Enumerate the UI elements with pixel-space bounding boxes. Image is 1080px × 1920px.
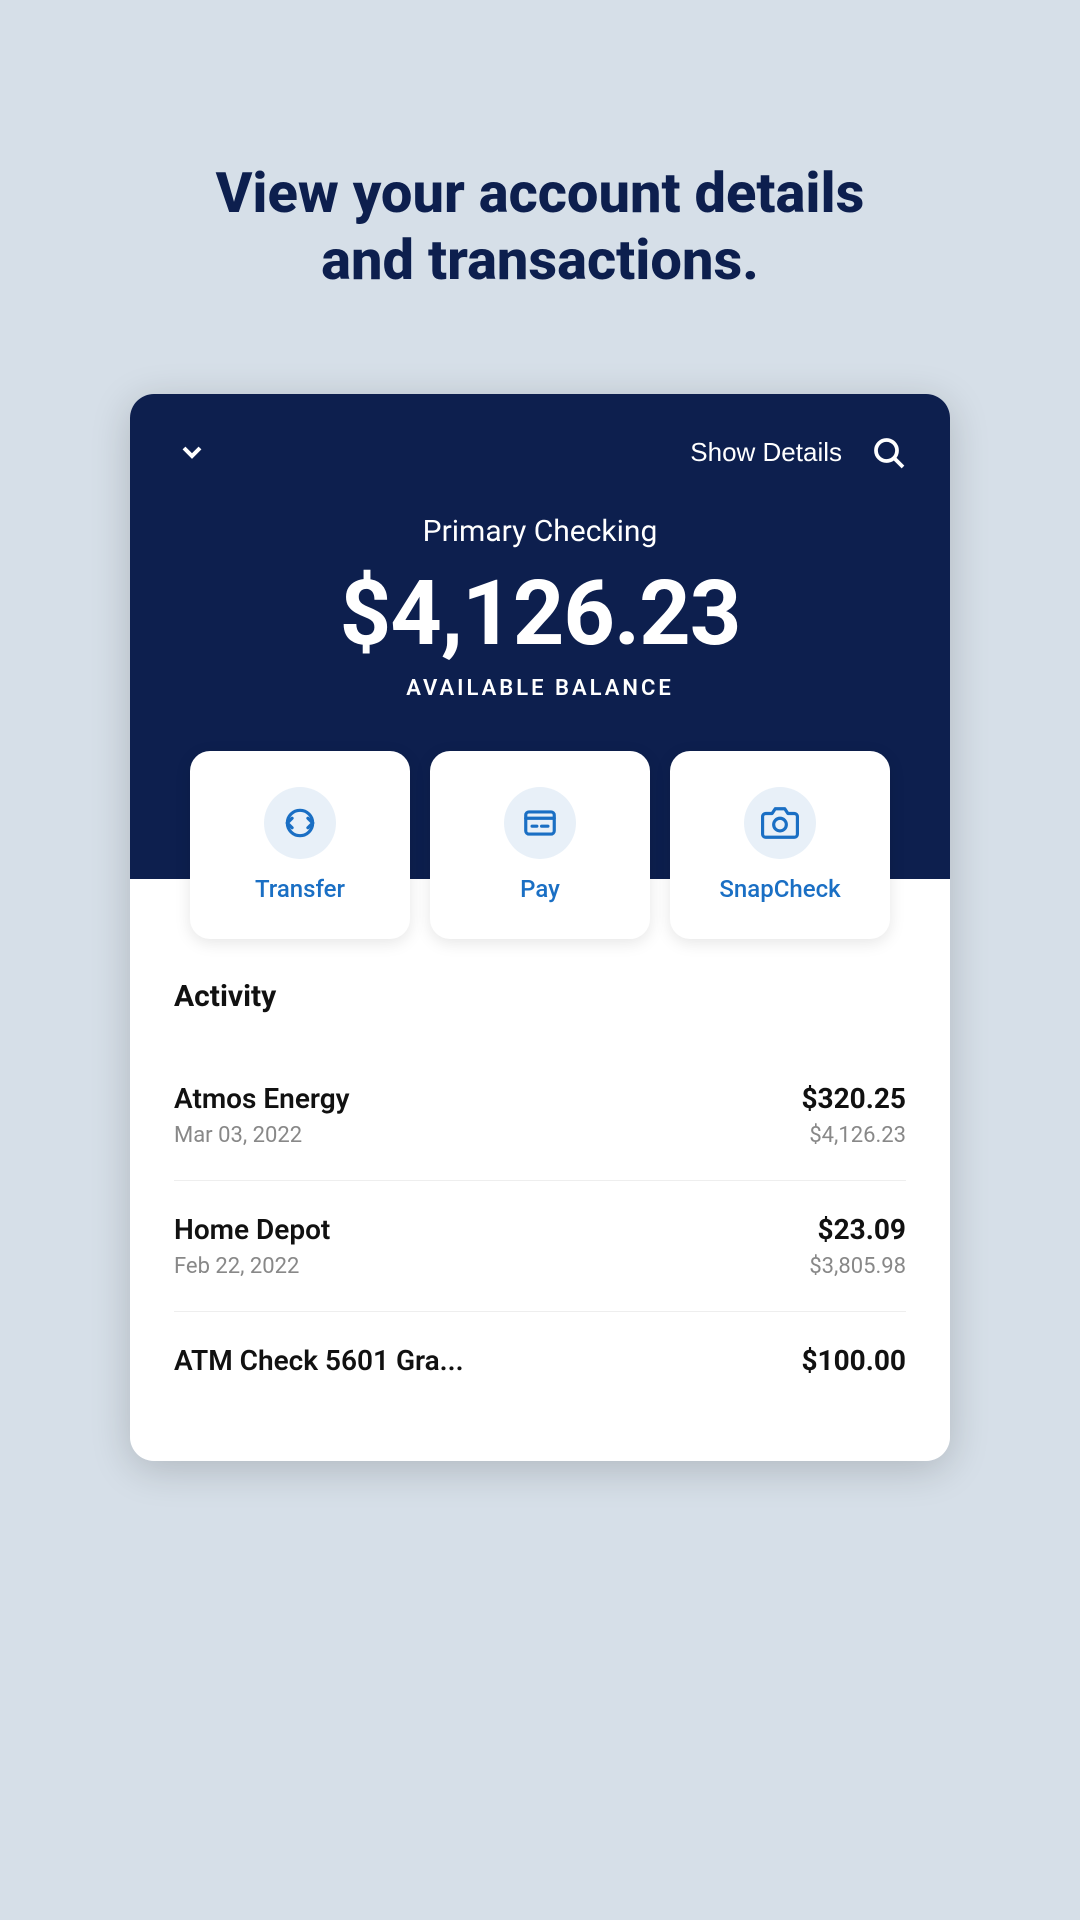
transfer-label: Transfer <box>255 875 345 903</box>
card-header: Show Details Primary Checking $4,126.23 … <box>130 394 950 939</box>
transaction-amount: $23.09 <box>818 1213 906 1246</box>
transaction-list: Atmos Energy Mar 03, 2022 $320.25 $4,126… <box>174 1050 906 1417</box>
pay-label: Pay <box>520 875 560 903</box>
card-toolbar: Show Details <box>130 394 950 494</box>
snapcheck-action[interactable]: SnapCheck <box>670 751 890 939</box>
table-row[interactable]: ATM Check 5601 Gra... $100.00 <box>174 1312 906 1417</box>
transfer-action[interactable]: Transfer <box>190 751 410 939</box>
transaction-name: ATM Check 5601 Gra... <box>174 1344 464 1377</box>
card-body: Activity Atmos Energy Mar 03, 2022 $320.… <box>130 879 950 1461</box>
chevron-down-icon[interactable] <box>170 430 214 474</box>
transaction-running-balance: $4,126.23 <box>809 1123 906 1148</box>
transaction-name: Atmos Energy <box>174 1082 350 1115</box>
table-row[interactable]: Atmos Energy Mar 03, 2022 $320.25 $4,126… <box>174 1050 906 1181</box>
account-name: Primary Checking <box>130 514 950 549</box>
snapcheck-icon <box>744 787 816 859</box>
transaction-amount: $100.00 <box>801 1344 906 1377</box>
page-title: View your account details and transactio… <box>136 0 945 394</box>
snapcheck-label: SnapCheck <box>719 875 840 903</box>
transfer-icon <box>264 787 336 859</box>
transaction-name: Home Depot <box>174 1213 330 1246</box>
transaction-date: Mar 03, 2022 <box>174 1123 350 1148</box>
pay-icon <box>504 787 576 859</box>
table-row[interactable]: Home Depot Feb 22, 2022 $23.09 $3,805.98 <box>174 1181 906 1312</box>
transaction-running-balance: $3,805.98 <box>809 1254 906 1279</box>
toolbar-right: Show Details <box>690 430 910 474</box>
activity-title: Activity <box>174 979 906 1014</box>
pay-action[interactable]: Pay <box>430 751 650 939</box>
transaction-date: Feb 22, 2022 <box>174 1254 330 1279</box>
show-details-button[interactable]: Show Details <box>690 437 842 468</box>
account-card: Show Details Primary Checking $4,126.23 … <box>130 394 950 1461</box>
actions-row: Transfer Pay <box>130 751 950 939</box>
account-balance: $4,126.23 <box>130 561 950 666</box>
search-icon[interactable] <box>866 430 910 474</box>
transaction-amount: $320.25 <box>801 1082 906 1115</box>
balance-label: AVAILABLE BALANCE <box>130 676 950 701</box>
